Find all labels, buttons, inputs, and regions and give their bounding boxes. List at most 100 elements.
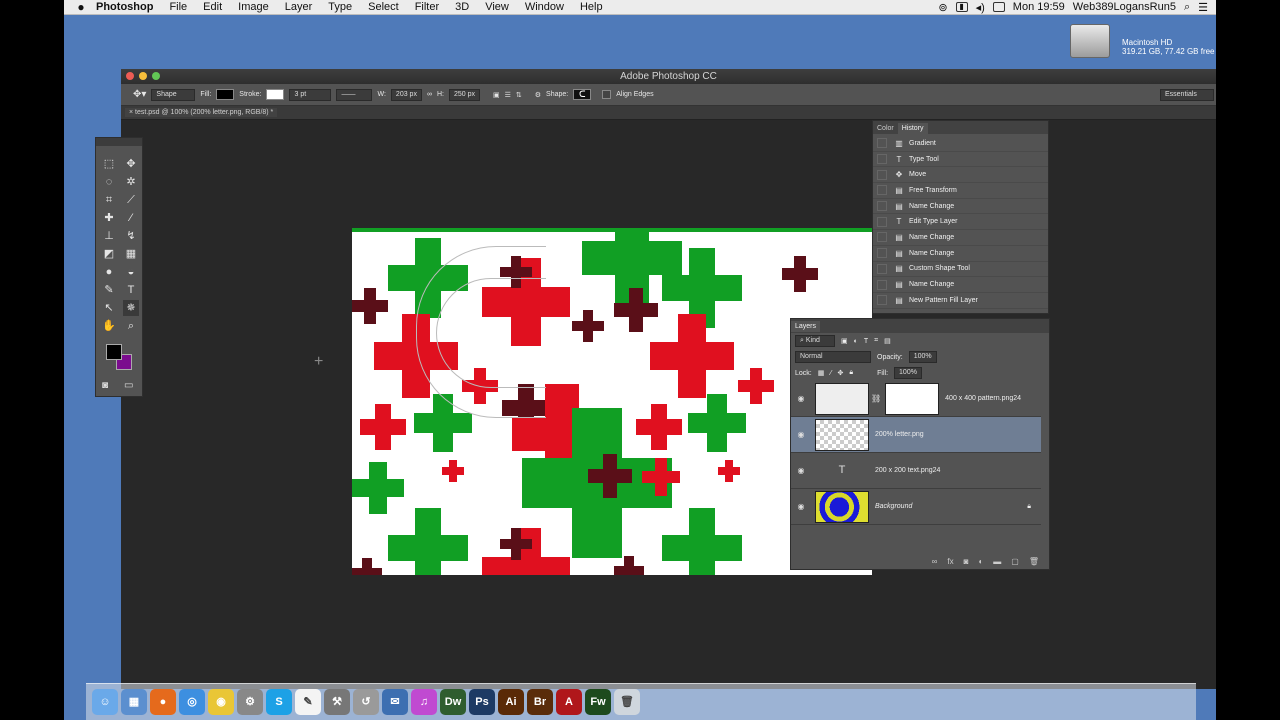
layer-thumbnail[interactable] (815, 382, 869, 415)
gear-icon[interactable]: ⚙ (535, 91, 541, 99)
dock-app-icon[interactable]: Ai (498, 689, 524, 715)
add-mask-icon[interactable]: ◙ (964, 557, 969, 566)
dock-app-icon[interactable]: ✉ (382, 689, 408, 715)
dock-app-icon[interactable]: ⚙ (237, 689, 263, 715)
hard-drive-icon[interactable] (1068, 24, 1112, 64)
layer-kind-filter[interactable]: ⌕ Kind (795, 335, 835, 347)
dock-app-icon[interactable]: ▦ (121, 689, 147, 715)
creative-cloud-icon[interactable]: ⊚ (938, 1, 947, 14)
dock-app-icon[interactable]: ◎ (179, 689, 205, 715)
stroke-type-select[interactable]: —— (336, 88, 373, 101)
screen-mode-icon[interactable]: ▭ (124, 380, 133, 391)
history-item[interactable]: ▤ Name Change (873, 277, 1048, 293)
spotlight-icon[interactable]: ⌕ (1184, 1, 1190, 14)
lock-transparency-icon[interactable]: ▦ (818, 369, 825, 377)
blur-tool-icon[interactable]: ● (101, 264, 117, 280)
delete-layer-icon[interactable]: 🗑︎ (1029, 557, 1039, 566)
layer-thumbnail[interactable] (815, 418, 869, 451)
menu-help[interactable]: Help (572, 1, 611, 13)
path-arrangement-icon[interactable]: ⇅ (516, 91, 522, 99)
layer-mask-thumbnail[interactable] (885, 382, 940, 415)
tab-color[interactable]: Color (873, 123, 898, 134)
history-snapshot-checkbox[interactable] (877, 185, 887, 196)
dock-app-icon[interactable]: ◉ (208, 689, 234, 715)
layer-row[interactable]: ◉ Background 🔒︎ (791, 489, 1041, 525)
dock-app-icon[interactable]: Dw (440, 689, 466, 715)
lock-all-icon[interactable]: 🔒︎ (849, 369, 853, 377)
opacity-input[interactable]: 100% (908, 351, 937, 363)
close-button[interactable] (126, 72, 134, 80)
visibility-eye-icon[interactable]: ◉ (791, 394, 811, 403)
height-input[interactable]: 250 px (448, 88, 480, 101)
dock-app-icon[interactable]: Br (527, 689, 553, 715)
foreground-color-swatch[interactable] (106, 344, 122, 360)
magic-wand-tool-icon[interactable]: ✲ (123, 174, 139, 190)
history-item[interactable]: ▤ Name Change (873, 246, 1048, 262)
menu-3d[interactable]: 3D (447, 1, 477, 13)
brush-tool-icon[interactable]: ⁄ (123, 210, 139, 226)
menu-view[interactable]: View (477, 1, 517, 13)
menu-select[interactable]: Select (360, 1, 407, 13)
shape-picker[interactable]: ᑕ (573, 89, 592, 100)
link-layers-icon[interactable]: ∞ (932, 557, 938, 566)
zoom-button[interactable] (152, 72, 160, 80)
history-item[interactable]: ✥ Move (873, 167, 1048, 184)
layer-thumbnail[interactable] (815, 490, 869, 523)
dock-app-icon[interactable]: 🗑︎ (614, 689, 640, 715)
stroke-size-input[interactable]: 3 pt (289, 88, 332, 101)
pen-tool-icon[interactable]: ✎ (101, 282, 117, 298)
tool-preset-icon[interactable]: ✥▾ (133, 89, 146, 100)
history-snapshot-checkbox[interactable] (877, 138, 887, 149)
apple-icon[interactable]: ● (74, 0, 88, 14)
new-layer-icon[interactable]: ▢ (1011, 557, 1019, 566)
history-item[interactable]: T Edit Type Layer (873, 214, 1048, 231)
path-operations-icon[interactable]: ▣ (493, 91, 500, 99)
dock-app-icon[interactable]: ♫ (411, 689, 437, 715)
filter-adjustment-icon[interactable]: ◐ (854, 338, 858, 345)
visibility-eye-icon[interactable]: ◉ (791, 502, 811, 511)
move-tool-icon[interactable]: ✥ (123, 156, 139, 172)
type-tool-icon[interactable]: T (123, 282, 139, 298)
quick-mask-icon[interactable]: ◙ (102, 380, 108, 391)
menu-edit[interactable]: Edit (195, 1, 230, 13)
history-snapshot-checkbox[interactable] (877, 154, 887, 165)
history-item[interactable]: ▤ Name Change (873, 230, 1048, 246)
filter-pixel-icon[interactable]: ▣ (841, 337, 848, 345)
dock-app-icon[interactable]: Fw (585, 689, 611, 715)
dock-app-icon[interactable]: ● (150, 689, 176, 715)
history-snapshot-checkbox[interactable] (877, 248, 887, 259)
path-selection-tool-icon[interactable]: ↖ (101, 300, 117, 316)
clock[interactable]: Mon 19:59 (1013, 1, 1065, 13)
link-icon[interactable]: ∞ (427, 91, 432, 98)
menu-layer[interactable]: Layer (277, 1, 321, 13)
tools-panel-header[interactable] (96, 138, 142, 146)
history-snapshot-checkbox[interactable] (877, 201, 887, 212)
dodge-tool-icon[interactable]: ◒ (123, 264, 139, 280)
filter-shape-icon[interactable]: ⌗ (874, 337, 878, 345)
adjustment-layer-icon[interactable]: ◐ (978, 557, 983, 566)
volume-icon[interactable]: ◂) (976, 1, 985, 14)
display-icon[interactable]: ▮ (955, 2, 968, 12)
healing-tool-icon[interactable]: ✚ (101, 210, 117, 226)
dock-app-icon[interactable]: Ps (469, 689, 495, 715)
custom-shape-tool-icon[interactable]: ✵ (123, 300, 139, 316)
dock-app-icon[interactable]: A (556, 689, 582, 715)
menu-type[interactable]: Type (320, 1, 360, 13)
history-item[interactable]: ▤ New Pattern Fill Layer (873, 293, 1048, 309)
history-item[interactable]: ▤ Custom Shape Tool (873, 262, 1048, 278)
fill-swatch[interactable] (216, 89, 235, 100)
dock-app-icon[interactable]: ☺ (92, 689, 118, 715)
menu-app-name[interactable]: Photoshop (88, 1, 161, 13)
tab-history[interactable]: History (897, 123, 928, 134)
filter-smart-object-icon[interactable]: ▤ (884, 337, 891, 345)
layer-style-icon[interactable]: fx (947, 557, 953, 566)
new-group-icon[interactable]: ▬ (993, 557, 1001, 566)
tab-layers[interactable]: Layers (791, 321, 821, 332)
lasso-tool-icon[interactable]: ◌ (101, 174, 117, 190)
history-snapshot-checkbox[interactable] (877, 295, 887, 306)
history-snapshot-checkbox[interactable] (877, 279, 887, 290)
history-item[interactable]: ▥ Gradient (873, 136, 1048, 152)
marquee-tool-icon[interactable]: ⬚ (101, 156, 117, 172)
zoom-tool-icon[interactable]: ⌕ (123, 318, 139, 334)
history-item[interactable]: ▤ Name Change (873, 199, 1048, 215)
